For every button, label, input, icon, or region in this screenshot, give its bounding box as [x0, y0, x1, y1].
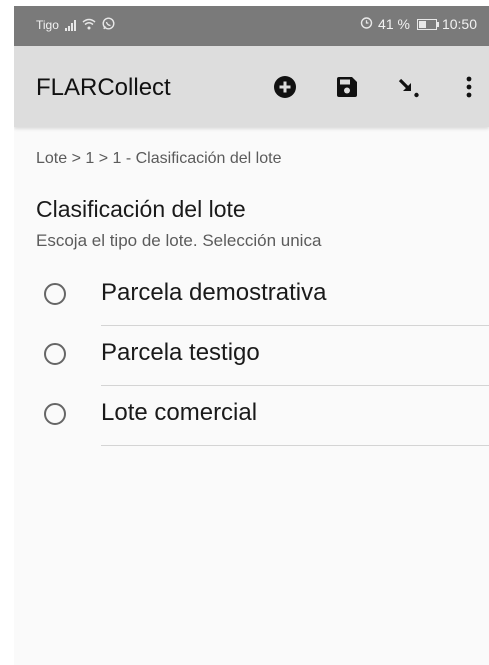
export-button[interactable]	[394, 72, 424, 102]
option-parcela-testigo[interactable]: Parcela testigo	[14, 326, 489, 386]
radio-button[interactable]	[44, 283, 66, 305]
whatsapp-icon	[102, 17, 115, 33]
add-icon	[274, 76, 296, 98]
add-button[interactable]	[270, 72, 300, 102]
status-bar: Tigo 41 % 10:50	[14, 6, 489, 46]
question-hint: Escoja el tipo de lote. Selección unica	[36, 231, 322, 250]
save-button[interactable]	[332, 72, 362, 102]
battery-percent: 41 %	[378, 16, 410, 32]
radio-group: Parcela demostrativa Parcela testigo Lot…	[14, 266, 489, 446]
phone-screen: Tigo 41 % 10:50 FLARCollect Lote > 1 > 1…	[14, 6, 489, 665]
app-title: FLARCollect	[36, 74, 171, 101]
carrier-name: Tigo	[36, 18, 59, 32]
alarm-icon	[360, 16, 373, 32]
option-label: Parcela testigo	[101, 339, 260, 366]
export-icon	[398, 78, 419, 98]
breadcrumb: Lote > 1 > 1 - Clasificación del lote	[36, 150, 282, 167]
status-time: 10:50	[441, 16, 477, 32]
radio-button[interactable]	[44, 343, 66, 365]
more-vert-icon	[466, 76, 472, 98]
option-parcela-demostrativa[interactable]: Parcela demostrativa	[14, 266, 489, 326]
option-label: Parcela demostrativa	[101, 279, 327, 306]
signal-icon	[64, 19, 76, 31]
save-icon	[337, 77, 357, 97]
divider	[101, 445, 489, 446]
option-lote-comercial[interactable]: Lote comercial	[14, 386, 489, 446]
question-title: Clasificación del lote	[36, 196, 246, 222]
more-options-button[interactable]	[454, 72, 484, 102]
status-right: 41 % 10:50	[360, 16, 477, 32]
status-left: Tigo	[36, 17, 115, 33]
battery-fill	[418, 20, 426, 28]
app-bar: FLARCollect	[14, 46, 489, 127]
option-label: Lote comercial	[101, 399, 258, 426]
wifi-icon	[82, 17, 96, 33]
battery-icon	[416, 18, 439, 30]
radio-button[interactable]	[44, 403, 66, 425]
